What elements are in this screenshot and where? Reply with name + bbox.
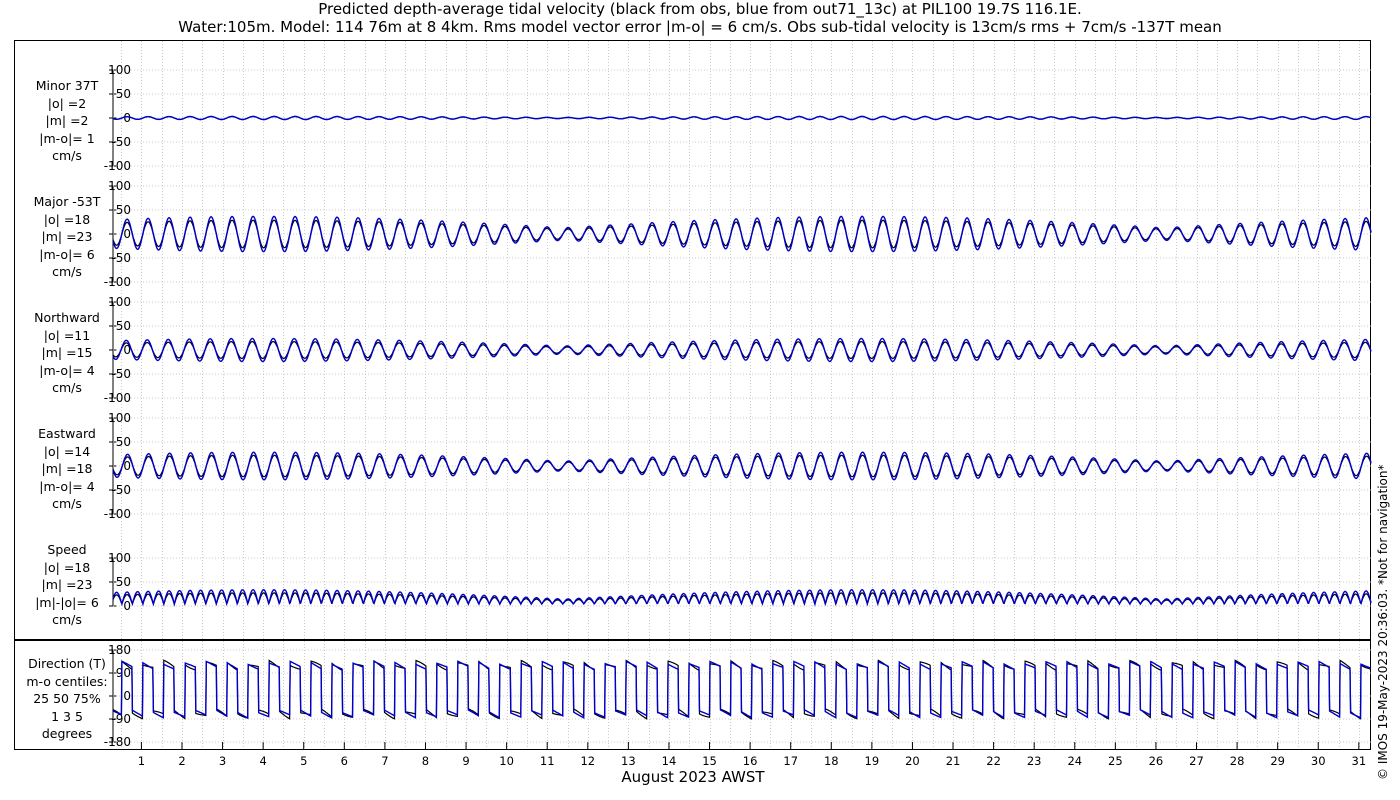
y-tick-label: 100	[108, 295, 131, 309]
panel-label-line: |m| =23	[41, 229, 93, 244]
series-model-east	[112, 451, 1372, 481]
x-tick-label: 6	[341, 754, 348, 768]
panel-label-line: |m| =23	[41, 577, 93, 592]
y-tick-label: 0	[123, 111, 131, 125]
x-tick-label: 2	[178, 754, 185, 768]
panel-label-minor: Minor 37T |o| =2 |m| =2 |m-o|= 1 cm/s	[14, 77, 120, 165]
series-model-north	[112, 337, 1372, 363]
credit-text: © IMOS 19-May-2023 20:36:03. *Not for na…	[1376, 464, 1390, 781]
series-model-minor	[112, 115, 1372, 121]
panel-label-line: |m-o|= 4	[39, 362, 95, 378]
x-tick-label: 5	[300, 754, 307, 768]
x-tick-label: 19	[865, 754, 880, 768]
panel-label-line: Eastward	[38, 426, 96, 441]
y-tick-label: 100	[108, 411, 131, 425]
panel-label-line: Direction (T)	[28, 656, 106, 671]
panel-label-line: Speed	[47, 542, 87, 557]
x-tick-label: 24	[1067, 754, 1082, 768]
panel-label-line: |o| =18	[43, 559, 91, 575]
panel-label-line: Minor 37T	[35, 78, 99, 93]
x-tick-label: 31	[1352, 754, 1367, 768]
panel-label-line: |o| =2	[47, 95, 87, 111]
panel-label-line: |o| =18	[43, 211, 91, 227]
panel-label-line: 25 50 75%	[33, 691, 101, 706]
panel-label-line: cm/s	[52, 380, 82, 395]
series-model-speed	[112, 588, 1372, 607]
series-model-direction	[112, 660, 1372, 720]
panel-label-line: |m-o|= 6	[39, 246, 95, 262]
x-axis-label: August 2023 AWST	[621, 768, 765, 786]
panel-label-line: 1 3 5	[51, 708, 83, 724]
x-tick-label: 23	[1027, 754, 1042, 768]
panel-label-line: |o| =14	[43, 443, 91, 459]
panel-label-east: Eastward |o| =14 |m| =18 |m-o|= 4 cm/s	[14, 425, 120, 513]
x-tick-label: 7	[381, 754, 388, 768]
tidal-velocity-chart: 1 2 3 4 5 6 7 8 9 10 11 12 13 14 15 16 17 18 19 20 21 22 23 24 2…	[14, 40, 1372, 768]
panel-label-line: |m| =18	[41, 461, 93, 476]
series-model-major	[112, 215, 1372, 253]
panel-label-line: |m| =15	[41, 345, 93, 360]
y-tick-label: 0	[123, 227, 131, 241]
panel-label-line: cm/s	[52, 496, 82, 511]
x-tick-label: 27	[1189, 754, 1204, 768]
panel-label-line: |m|-|o|= 6	[35, 594, 99, 610]
x-tick-label: 14	[662, 754, 677, 768]
x-tick-label: 1	[138, 754, 145, 768]
direction-frame	[14, 640, 1371, 750]
x-tick-label: 16	[743, 754, 758, 768]
x-tick-label: 15	[702, 754, 717, 768]
x-tick-label: 18	[824, 754, 839, 768]
x-tick-label: 11	[540, 754, 555, 768]
panel-label-line: |m| =2	[45, 113, 89, 128]
x-tick-label: 22	[986, 754, 1001, 768]
x-tick-label: 8	[422, 754, 429, 768]
panel-label-line: Major -53T	[33, 194, 101, 209]
panel-label-line: |m-o|= 1	[39, 130, 95, 146]
panel-label-line: cm/s	[52, 148, 82, 163]
x-tick-label: 12	[580, 754, 595, 768]
x-tick-label: 30	[1311, 754, 1326, 768]
panel-label-north: Northward |o| =11 |m| =15 |m-o|= 4 cm/s	[14, 309, 120, 397]
panel-label-line: cm/s	[52, 612, 82, 627]
x-tick-label: 4	[259, 754, 266, 768]
panel-label-direction: Direction (T) m-o centiles: 25 50 75% 1 3 5…	[14, 655, 120, 743]
panel-label-major: Major -53T |o| =18 |m| =23 |m-o|= 6 cm/s	[14, 193, 120, 281]
panel-label-line: degrees	[41, 726, 93, 741]
x-tick-label: 3	[219, 754, 226, 768]
panel-label-line: cm/s	[52, 264, 82, 279]
x-tick-label: 29	[1270, 754, 1285, 768]
panel-label-line: |o| =11	[43, 327, 91, 343]
upper-frame	[14, 40, 1371, 640]
x-tick-label: 25	[1108, 754, 1123, 768]
y-tick-label: 100	[108, 63, 131, 77]
x-tick-label: 26	[1149, 754, 1164, 768]
panel-label-line: m-o centiles:	[26, 673, 108, 689]
x-tick-label: 20	[905, 754, 920, 768]
x-tick-label: 21	[946, 754, 961, 768]
panel-label-line: Northward	[34, 310, 100, 325]
x-tick-label: 13	[621, 754, 636, 768]
panel-label-speed: Speed |o| =18 |m| =23 |m|-|o|= 6 cm/s	[14, 541, 120, 629]
x-tick-label: 17	[783, 754, 798, 768]
x-tick-label: 9	[462, 754, 469, 768]
y-tick-label: 0	[123, 599, 131, 613]
panel-label-line: |m-o|= 4	[39, 478, 95, 494]
y-tick-label: 100	[108, 179, 131, 193]
y-tick-label: 0	[123, 689, 131, 703]
x-tick-label: 28	[1230, 754, 1245, 768]
x-tick-label: 10	[499, 754, 514, 768]
